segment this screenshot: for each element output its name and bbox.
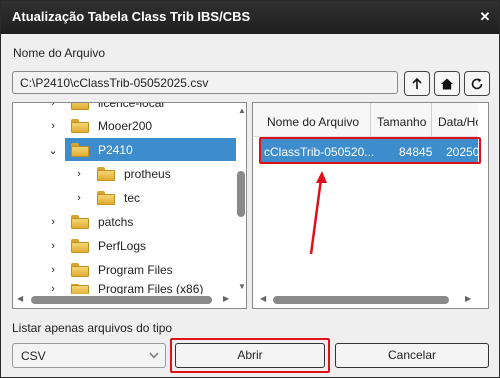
tree-horizontal-scroll-thumb[interactable]	[31, 296, 212, 304]
file-vertical-scrollbar[interactable]	[478, 103, 488, 293]
tree-item[interactable]: › Program Files	[47, 259, 227, 281]
chevron-down-icon[interactable]: ⌄	[47, 144, 59, 157]
tree-item-label: PerfLogs	[98, 239, 147, 253]
scroll-right-arrow-icon[interactable]: ▶	[223, 294, 229, 303]
title-bar: Atualização Tabela Class Trib IBS/CBS ✕	[1, 1, 499, 34]
home-icon	[441, 78, 453, 89]
tree-item-label: Program Files	[98, 263, 173, 277]
scroll-left-arrow-icon[interactable]: ◀	[260, 294, 266, 303]
window-title: Atualização Tabela Class Trib IBS/CBS	[12, 9, 251, 24]
chevron-right-icon[interactable]: ›	[47, 240, 59, 252]
tree-item-label: patchs	[98, 215, 134, 229]
folder-tree[interactable]: › licence-local › Mooer200 ⌄ P2410 › pro…	[12, 102, 247, 309]
folder-icon	[97, 167, 115, 181]
chevron-right-icon[interactable]: ›	[73, 192, 85, 204]
tree-item-label: licence-local	[98, 102, 165, 110]
chevron-down-icon	[149, 352, 159, 359]
scroll-up-arrow-icon[interactable]: ▲	[238, 106, 246, 115]
refresh-icon	[471, 77, 483, 89]
folder-icon	[71, 103, 89, 110]
tree-item-label: Program Files (x86)	[98, 284, 204, 294]
chevron-right-icon[interactable]: ›	[47, 264, 59, 276]
tree-item-label: tec	[124, 191, 141, 205]
file-horizontal-scroll-thumb[interactable]	[273, 296, 449, 304]
path-input[interactable]: C:\P2410\cClassTrib-05052025.csv	[12, 71, 398, 94]
folder-icon	[71, 284, 89, 294]
file-type-select[interactable]: CSV	[12, 343, 166, 368]
annotation-highlight-file	[259, 137, 481, 164]
column-header-size[interactable]: Tamanho	[377, 115, 426, 129]
dialog-window: Atualização Tabela Class Trib IBS/CBS ✕ …	[0, 0, 500, 378]
tree-vertical-scroll-thumb[interactable]	[237, 171, 245, 217]
tree-item[interactable]: › protheus	[73, 163, 233, 185]
chevron-right-icon[interactable]: ›	[47, 103, 59, 109]
tree-item[interactable]: › PerfLogs	[47, 235, 227, 257]
refresh-button[interactable]	[464, 71, 490, 96]
folder-icon	[71, 239, 89, 253]
up-folder-button[interactable]	[404, 71, 430, 96]
scroll-right-arrow-icon[interactable]: ▶	[465, 294, 471, 303]
filter-label: Listar apenas arquivos do tipo	[12, 321, 173, 335]
tree-item-label: P2410	[98, 143, 133, 157]
scroll-down-arrow-icon[interactable]: ▼	[238, 282, 246, 291]
home-button[interactable]	[434, 71, 460, 96]
file-list[interactable]: Nome do Arquivo Tamanho Data/Hora cClass…	[252, 102, 489, 309]
folder-icon	[71, 119, 89, 133]
filename-label: Nome do Arquivo	[13, 46, 106, 60]
chevron-right-icon[interactable]: ›	[47, 216, 59, 228]
tree-item-selected[interactable]: ⌄ P2410	[47, 139, 227, 161]
chevron-right-icon[interactable]: ›	[47, 120, 59, 132]
tree-item[interactable]: › licence-local	[47, 102, 227, 114]
cancel-button[interactable]: Cancelar	[335, 343, 489, 368]
folder-icon	[71, 215, 89, 229]
chevron-right-icon[interactable]: ›	[73, 168, 85, 180]
folder-icon	[97, 191, 115, 205]
annotation-highlight-open	[170, 338, 330, 373]
tree-item[interactable]: › Program Files (x86)	[47, 284, 227, 294]
tree-item[interactable]: › Mooer200	[47, 115, 227, 137]
folder-icon	[71, 143, 89, 157]
column-header-name[interactable]: Nome do Arquivo	[267, 115, 359, 129]
annotation-arrow-icon	[309, 171, 327, 255]
folder-icon	[71, 263, 89, 277]
scroll-left-arrow-icon[interactable]: ◀	[17, 294, 23, 303]
tree-item[interactable]: › tec	[73, 187, 233, 209]
chevron-right-icon[interactable]: ›	[47, 284, 59, 294]
arrow-up-icon	[412, 77, 422, 89]
file-type-select-value: CSV	[21, 349, 46, 363]
tree-item-label: Mooer200	[98, 119, 153, 133]
tree-item-label: protheus	[124, 167, 171, 181]
tree-item[interactable]: › patchs	[47, 211, 227, 233]
close-icon[interactable]: ✕	[475, 7, 495, 27]
